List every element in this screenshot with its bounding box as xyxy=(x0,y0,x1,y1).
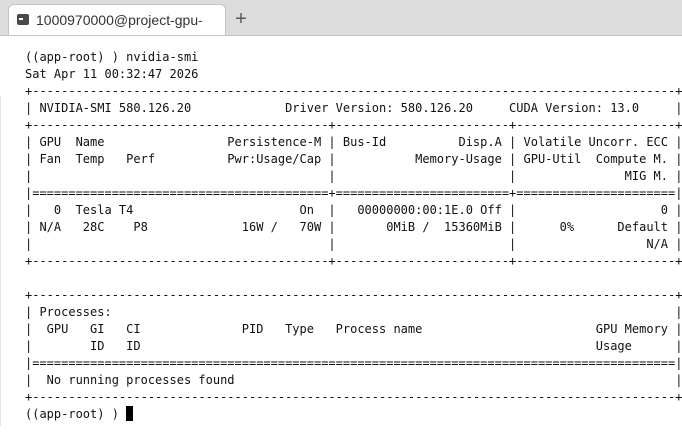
new-tab-button[interactable]: + xyxy=(231,9,251,29)
output-line: |=======================================… xyxy=(25,356,682,370)
output-line: | Fan Temp Perf Pwr:Usage/Cap | Memory-U… xyxy=(25,152,682,166)
tab-title: 1000970000@project-gpu- xyxy=(36,12,203,28)
output-line: | No running processes found | xyxy=(25,373,682,387)
output-line: +---------------------------------------… xyxy=(25,118,682,132)
command-text: nvidia-smi xyxy=(126,50,199,64)
command-line: ((app-root) ) nvidia-smi xyxy=(25,50,198,64)
output-line: +---------------------------------------… xyxy=(25,288,682,302)
terminal-area[interactable]: ((app-root) ) nvidia-smi Sat Apr 11 00:3… xyxy=(0,36,682,447)
shell-prompt: ((app-root) ) xyxy=(25,50,119,64)
output-line: | N/A 28C P8 16W / 70W | 0MiB / 15360MiB… xyxy=(25,220,682,234)
output-line: | 0 Tesla T4 On | 00000000:00:1E.0 Off |… xyxy=(25,203,682,217)
final-prompt-line: ((app-root) ) xyxy=(25,406,134,421)
output-line: | GPU Name Persistence-M | Bus-Id Disp.A… xyxy=(25,135,682,149)
output-line: +---------------------------------------… xyxy=(25,84,682,98)
tab-bar: 1000970000@project-gpu- + xyxy=(0,0,682,36)
output-line: | | | MIG M. | xyxy=(25,169,682,183)
terminal-icon xyxy=(17,14,29,25)
output-line: | GPU GI CI PID Type Process name GPU Me… xyxy=(25,322,682,336)
terminal-output: ((app-root) ) nvidia-smi Sat Apr 11 00:3… xyxy=(25,49,682,423)
output-line: | NVIDIA-SMI 580.126.20 Driver Version: … xyxy=(25,101,682,115)
text-cursor xyxy=(126,406,134,421)
left-edge-divider xyxy=(0,96,1,426)
final-shell-prompt: ((app-root) ) xyxy=(25,407,127,421)
output-line: +---------------------------------------… xyxy=(25,390,682,404)
output-line: | | | N/A | xyxy=(25,237,682,251)
output-line: |=======================================… xyxy=(25,186,682,200)
output-line: +---------------------------------------… xyxy=(25,254,682,268)
output-line: | Processes: | xyxy=(25,305,682,319)
output-line: Sat Apr 11 00:32:47 2026 xyxy=(25,67,199,81)
nvidia-smi-output: Sat Apr 11 00:32:47 2026 +--------------… xyxy=(25,67,682,404)
tab-title-fade xyxy=(199,5,225,35)
output-line: | ID ID Usage | xyxy=(25,339,682,353)
terminal-tab[interactable]: 1000970000@project-gpu- xyxy=(8,4,226,35)
